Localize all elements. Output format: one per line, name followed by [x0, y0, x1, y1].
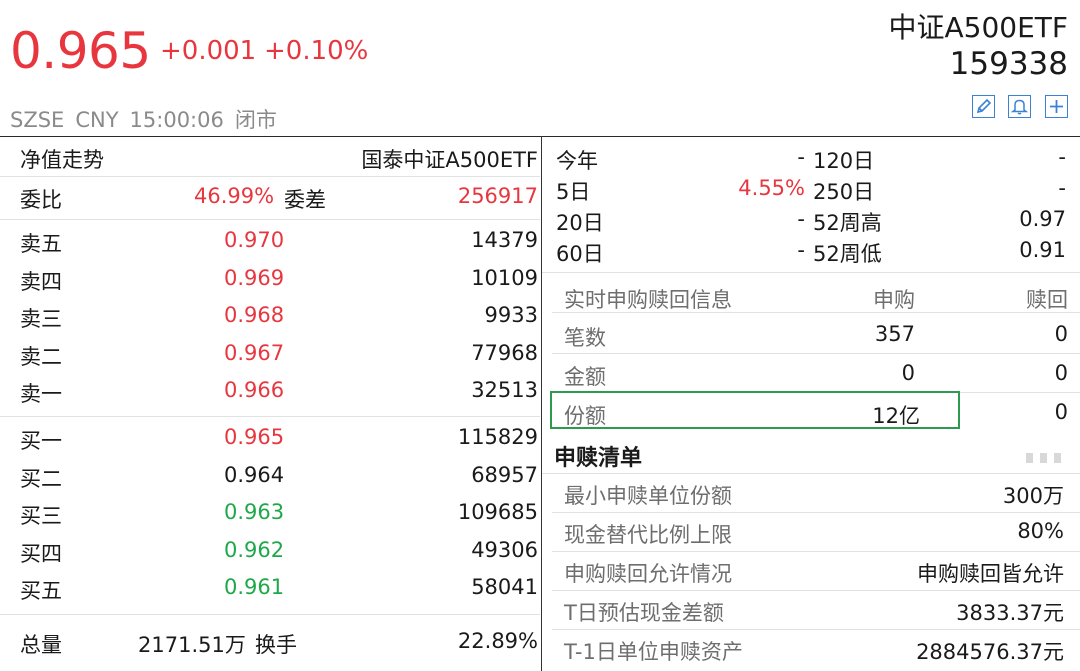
ask-volume: 77968	[471, 341, 538, 365]
market-meta: SZSE CNY 15:00:06 闭市	[10, 104, 288, 134]
creation-list-label: 现金替代比例上限	[564, 519, 732, 549]
weibi-value: 46.99%	[194, 184, 274, 208]
bid-volume: 49306	[471, 538, 538, 562]
more-dots-icon[interactable]	[1026, 448, 1064, 467]
bid-price: 0.963	[224, 500, 284, 524]
period-return: 4.55%	[738, 176, 805, 200]
ask-price: 0.969	[224, 266, 284, 290]
subscription-col-sub: 申购	[873, 284, 915, 314]
creation-list-title: 申赎清单	[554, 440, 642, 472]
ask-volume: 10109	[471, 266, 538, 290]
security-code: 159338	[950, 46, 1068, 82]
subscription-title: 实时申购赎回信息	[564, 284, 732, 314]
ask-label: 卖四	[20, 266, 62, 296]
period-return: -	[797, 207, 805, 231]
highlight-box	[550, 391, 960, 429]
period-value-2: 0.91	[1019, 238, 1066, 262]
period-label-2: 250日	[813, 176, 874, 206]
creation-list-value: 3833.37元	[956, 597, 1064, 627]
period-value-2: -	[1058, 176, 1066, 200]
creation-list-value: 申购赎回皆允许	[917, 558, 1064, 588]
creation-list-label: 最小申赎单位份额	[564, 480, 732, 510]
period-return: -	[797, 145, 805, 169]
subscription-sub-value: 357	[875, 322, 915, 346]
subscription-row-label: 笔数	[564, 322, 606, 352]
ask-volume: 32513	[471, 378, 538, 402]
ask-price: 0.968	[224, 303, 284, 327]
period-value-2: -	[1058, 145, 1066, 169]
total-volume-value: 2171.51万	[138, 629, 246, 659]
ask-label: 卖二	[20, 341, 62, 371]
period-return: -	[797, 238, 805, 262]
weicha-value: 256917	[458, 184, 538, 208]
turnover-label: 换手	[255, 629, 297, 659]
market-status: 闭市	[235, 108, 277, 132]
bid-label: 买三	[20, 500, 62, 530]
creation-list-label: 申购赎回允许情况	[564, 558, 732, 588]
subscription-red-value: 0	[1055, 361, 1068, 385]
bid-price: 0.965	[224, 425, 284, 449]
total-volume-label: 总量	[20, 629, 62, 659]
period-label: 20日	[556, 207, 604, 237]
bid-price: 0.961	[224, 575, 284, 599]
period-label-2: 120日	[813, 145, 874, 175]
subscription-col-red: 赎回	[1026, 284, 1068, 314]
plus-icon[interactable]	[1045, 95, 1068, 118]
subscription-sub-value: 0	[902, 361, 915, 385]
bid-volume: 115829	[458, 425, 538, 449]
period-label-2: 52周低	[813, 238, 882, 268]
currency-label: CNY	[75, 108, 118, 132]
bid-volume: 109685	[458, 500, 538, 524]
bid-price: 0.962	[224, 538, 284, 562]
price-change-percent: +0.10%	[264, 36, 368, 66]
bid-volume: 58041	[471, 575, 538, 599]
ask-volume: 14379	[471, 228, 538, 252]
ask-label: 卖一	[20, 378, 62, 408]
creation-list-value: 2884576.37元	[916, 636, 1064, 666]
period-label: 今年	[556, 145, 598, 175]
panel-divider	[541, 136, 542, 671]
creation-list-value: 300万	[1003, 480, 1064, 510]
nav-fund-name: 国泰中证A500ETF	[361, 144, 538, 174]
ask-price: 0.966	[224, 378, 284, 402]
period-label: 5日	[556, 176, 590, 206]
period-value-2: 0.97	[1019, 207, 1066, 231]
bid-price: 0.964	[224, 463, 284, 487]
subscription-red-value: 0	[1055, 322, 1068, 346]
creation-list-label: T日预估现金差额	[564, 597, 724, 627]
security-name: 中证A500ETF	[889, 6, 1069, 46]
subscription-row-label: 金额	[564, 361, 606, 391]
bid-label: 买一	[20, 425, 62, 455]
turnover-value: 22.89%	[458, 629, 538, 653]
bid-volume: 68957	[471, 463, 538, 487]
header-divider	[0, 136, 1080, 137]
exchange-label: SZSE	[10, 108, 64, 132]
bid-label: 买二	[20, 463, 62, 493]
ask-price: 0.970	[224, 228, 284, 252]
pencil-icon[interactable]	[972, 95, 995, 118]
nav-trend-label: 净值走势	[20, 144, 104, 174]
last-price: 0.965	[10, 22, 151, 80]
ask-price: 0.967	[224, 341, 284, 365]
price-change: +0.001	[160, 36, 256, 66]
ask-label: 卖三	[20, 303, 62, 333]
subscription-red-value: 0	[1055, 400, 1068, 424]
ask-label: 卖五	[20, 228, 62, 258]
period-label-2: 52周高	[813, 207, 882, 237]
bid-label: 买五	[20, 575, 62, 605]
creation-list-value: 80%	[1017, 519, 1064, 543]
bid-label: 买四	[20, 538, 62, 568]
period-label: 60日	[556, 238, 604, 268]
ask-volume: 9933	[485, 303, 538, 327]
weicha-label: 委差	[284, 184, 326, 214]
weibi-label: 委比	[20, 184, 62, 214]
bell-icon[interactable]	[1008, 95, 1031, 118]
quote-time: 15:00:06	[130, 108, 224, 132]
creation-list-label: T-1日单位申赎资产	[564, 636, 743, 666]
